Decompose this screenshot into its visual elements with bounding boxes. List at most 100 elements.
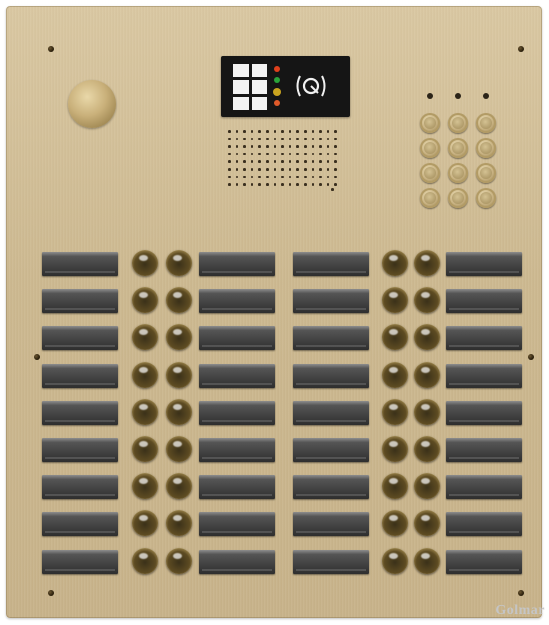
- call-button[interactable]: [132, 361, 158, 388]
- keypad-key[interactable]: [420, 113, 440, 133]
- speaker-hole: [228, 137, 231, 141]
- speaker-hole: [258, 130, 261, 133]
- speaker-hole: [266, 168, 269, 171]
- keypad-key[interactable]: [448, 138, 468, 158]
- name-label-slot: [446, 252, 522, 276]
- keypad-key[interactable]: [476, 163, 496, 183]
- keypad-key[interactable]: [476, 113, 496, 133]
- keypad-key[interactable]: [448, 188, 468, 208]
- name-label-slot: [446, 326, 522, 351]
- call-button[interactable]: [382, 250, 408, 276]
- name-label-slot: [293, 475, 369, 500]
- call-button[interactable]: [414, 250, 440, 276]
- speaker-hole: [288, 168, 292, 171]
- call-button[interactable]: [132, 473, 158, 500]
- call-button[interactable]: [414, 324, 440, 351]
- speaker-hole: [288, 152, 292, 156]
- name-label-slot: [199, 438, 275, 462]
- speaker-hole: [304, 130, 307, 133]
- call-button[interactable]: [166, 361, 192, 388]
- call-button[interactable]: [166, 473, 192, 500]
- call-button[interactable]: [132, 250, 158, 276]
- screw-mid-right: [528, 354, 534, 360]
- speaker-hole: [296, 160, 299, 163]
- keypad-key[interactable]: [420, 138, 440, 158]
- speaker-hole: [296, 175, 299, 179]
- speaker-hole: [311, 183, 315, 186]
- speaker-hole: [311, 137, 315, 141]
- call-button[interactable]: [414, 398, 440, 425]
- call-button[interactable]: [166, 398, 192, 425]
- speaker-hole: [304, 183, 307, 186]
- speaker-hole: [266, 175, 269, 179]
- call-button[interactable]: [414, 473, 440, 500]
- call-button[interactable]: [382, 361, 408, 388]
- call-button[interactable]: [132, 547, 158, 574]
- keypad-key[interactable]: [420, 163, 440, 183]
- speaker-hole: [228, 152, 231, 156]
- keypad-key[interactable]: [448, 163, 468, 183]
- call-button[interactable]: [382, 398, 408, 425]
- screw-mid-left: [34, 354, 40, 360]
- keypad-key[interactable]: [476, 188, 496, 208]
- keypad-key[interactable]: [448, 113, 468, 133]
- keypad-key[interactable]: [420, 188, 440, 208]
- keypad-indicator-led: [455, 93, 461, 99]
- speaker-hole: [326, 183, 330, 186]
- speaker-hole: [326, 137, 330, 141]
- call-button[interactable]: [414, 287, 440, 314]
- speaker-hole: [243, 145, 246, 148]
- speaker-hole: [319, 137, 322, 141]
- speaker-hole: [258, 175, 261, 179]
- speaker-hole: [250, 168, 254, 171]
- speaker-hole: [258, 137, 261, 141]
- speaker-hole: [296, 168, 299, 171]
- name-label-slot: [42, 326, 118, 351]
- screw-bottom-left: [48, 590, 54, 596]
- call-button[interactable]: [414, 547, 440, 574]
- speaker-hole: [250, 152, 254, 156]
- speaker-hole: [334, 175, 337, 179]
- speaker-hole: [304, 137, 307, 141]
- name-label-slot: [199, 363, 275, 388]
- call-button[interactable]: [382, 510, 408, 537]
- call-button[interactable]: [382, 436, 408, 462]
- keypad-key[interactable]: [476, 138, 496, 158]
- speaker-hole: [311, 145, 315, 148]
- call-button[interactable]: [132, 510, 158, 537]
- keypad-indicator-led: [427, 93, 433, 99]
- call-button[interactable]: [132, 324, 158, 351]
- name-label-slot: [446, 512, 522, 537]
- name-label-slot: [199, 252, 275, 276]
- speaker-hole: [235, 152, 239, 156]
- speaker-hole: [228, 130, 231, 133]
- speaker-hole: [281, 152, 284, 156]
- call-button[interactable]: [414, 436, 440, 462]
- call-button[interactable]: [382, 287, 408, 314]
- speaker-hole: [288, 175, 292, 179]
- call-button[interactable]: [166, 250, 192, 276]
- speaker-hole: [304, 168, 307, 171]
- call-button[interactable]: [166, 287, 192, 314]
- call-button[interactable]: [132, 436, 158, 462]
- speaker-hole: [281, 168, 284, 171]
- call-button[interactable]: [166, 547, 192, 574]
- speaker-hole: [311, 152, 315, 156]
- speaker-hole: [273, 137, 277, 141]
- call-button[interactable]: [414, 361, 440, 388]
- speaker-hole: [243, 137, 246, 141]
- speaker-hole: [311, 168, 315, 171]
- call-button[interactable]: [382, 473, 408, 500]
- speaker-hole: [243, 130, 246, 133]
- call-button[interactable]: [166, 510, 192, 537]
- call-button[interactable]: [382, 547, 408, 574]
- call-button[interactable]: [166, 324, 192, 351]
- call-button[interactable]: [166, 436, 192, 462]
- speaker-hole: [243, 183, 246, 186]
- call-button[interactable]: [132, 287, 158, 314]
- call-button[interactable]: [132, 398, 158, 425]
- speaker-hole: [281, 160, 284, 163]
- name-label-slot: [446, 475, 522, 500]
- call-button[interactable]: [382, 324, 408, 351]
- call-button[interactable]: [414, 510, 440, 537]
